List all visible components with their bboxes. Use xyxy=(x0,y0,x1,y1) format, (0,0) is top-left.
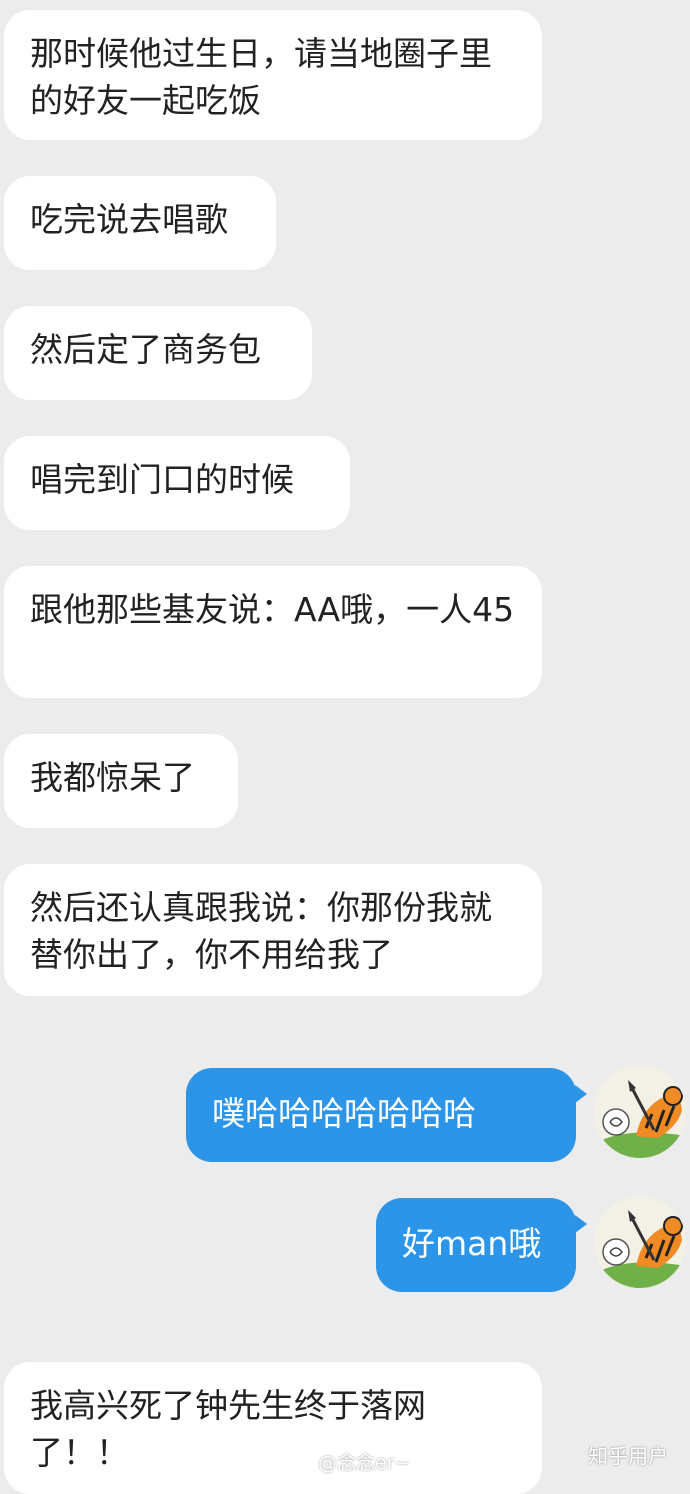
message-text: 那时候他过生日，请当地圈子里的好友一起吃饭 xyxy=(30,34,492,120)
tiger-avatar-icon xyxy=(594,1066,686,1158)
weibo-watermark: @念念er~ xyxy=(290,1448,410,1475)
message-incoming-7[interactable]: 然后还认真跟我说：你那份我就替你出了，你不用给我了 xyxy=(4,864,542,996)
message-text: 然后定了商务包 xyxy=(30,330,261,369)
message-incoming-3[interactable]: 然后定了商务包 xyxy=(4,306,312,400)
bubble-tail xyxy=(575,1215,587,1233)
message-text: 然后还认真跟我说：你那份我就替你出了，你不用给我了 xyxy=(30,888,492,974)
message-incoming-5[interactable]: 跟他那些基友说：AA哦，一人45 xyxy=(4,566,542,698)
message-text: 好man哦 xyxy=(402,1224,542,1263)
zhihu-user-label: 知乎用户 xyxy=(588,1444,668,1468)
message-text: 唱完到门口的时候 xyxy=(30,460,294,499)
message-text: 吃完说去唱歌 xyxy=(30,200,228,239)
message-outgoing-2[interactable]: 好man哦 xyxy=(376,1198,576,1292)
message-incoming-2[interactable]: 吃完说去唱歌 xyxy=(4,176,276,270)
user-avatar[interactable] xyxy=(594,1196,686,1288)
zhihu-watermark: 知乎用户 xyxy=(588,1440,668,1469)
message-outgoing-1[interactable]: 噗哈哈哈哈哈哈哈 xyxy=(186,1068,576,1162)
message-text: 噗哈哈哈哈哈哈哈 xyxy=(212,1094,476,1133)
message-incoming-8[interactable]: 我高兴死了钟先生终于落网了！！ xyxy=(4,1362,542,1494)
weibo-logo-icon xyxy=(290,1456,311,1473)
message-text: 我都惊呆了 xyxy=(30,758,195,797)
user-avatar[interactable] xyxy=(594,1066,686,1158)
tiger-avatar-icon xyxy=(594,1196,686,1288)
message-incoming-1[interactable]: 那时候他过生日，请当地圈子里的好友一起吃饭 xyxy=(4,10,542,140)
message-incoming-6[interactable]: 我都惊呆了 xyxy=(4,734,238,828)
message-incoming-4[interactable]: 唱完到门口的时候 xyxy=(4,436,350,530)
message-text: 跟他那些基友说：AA哦，一人45 xyxy=(30,590,515,629)
bubble-tail xyxy=(575,1085,587,1103)
weibo-handle: @念念er~ xyxy=(318,1452,411,1474)
